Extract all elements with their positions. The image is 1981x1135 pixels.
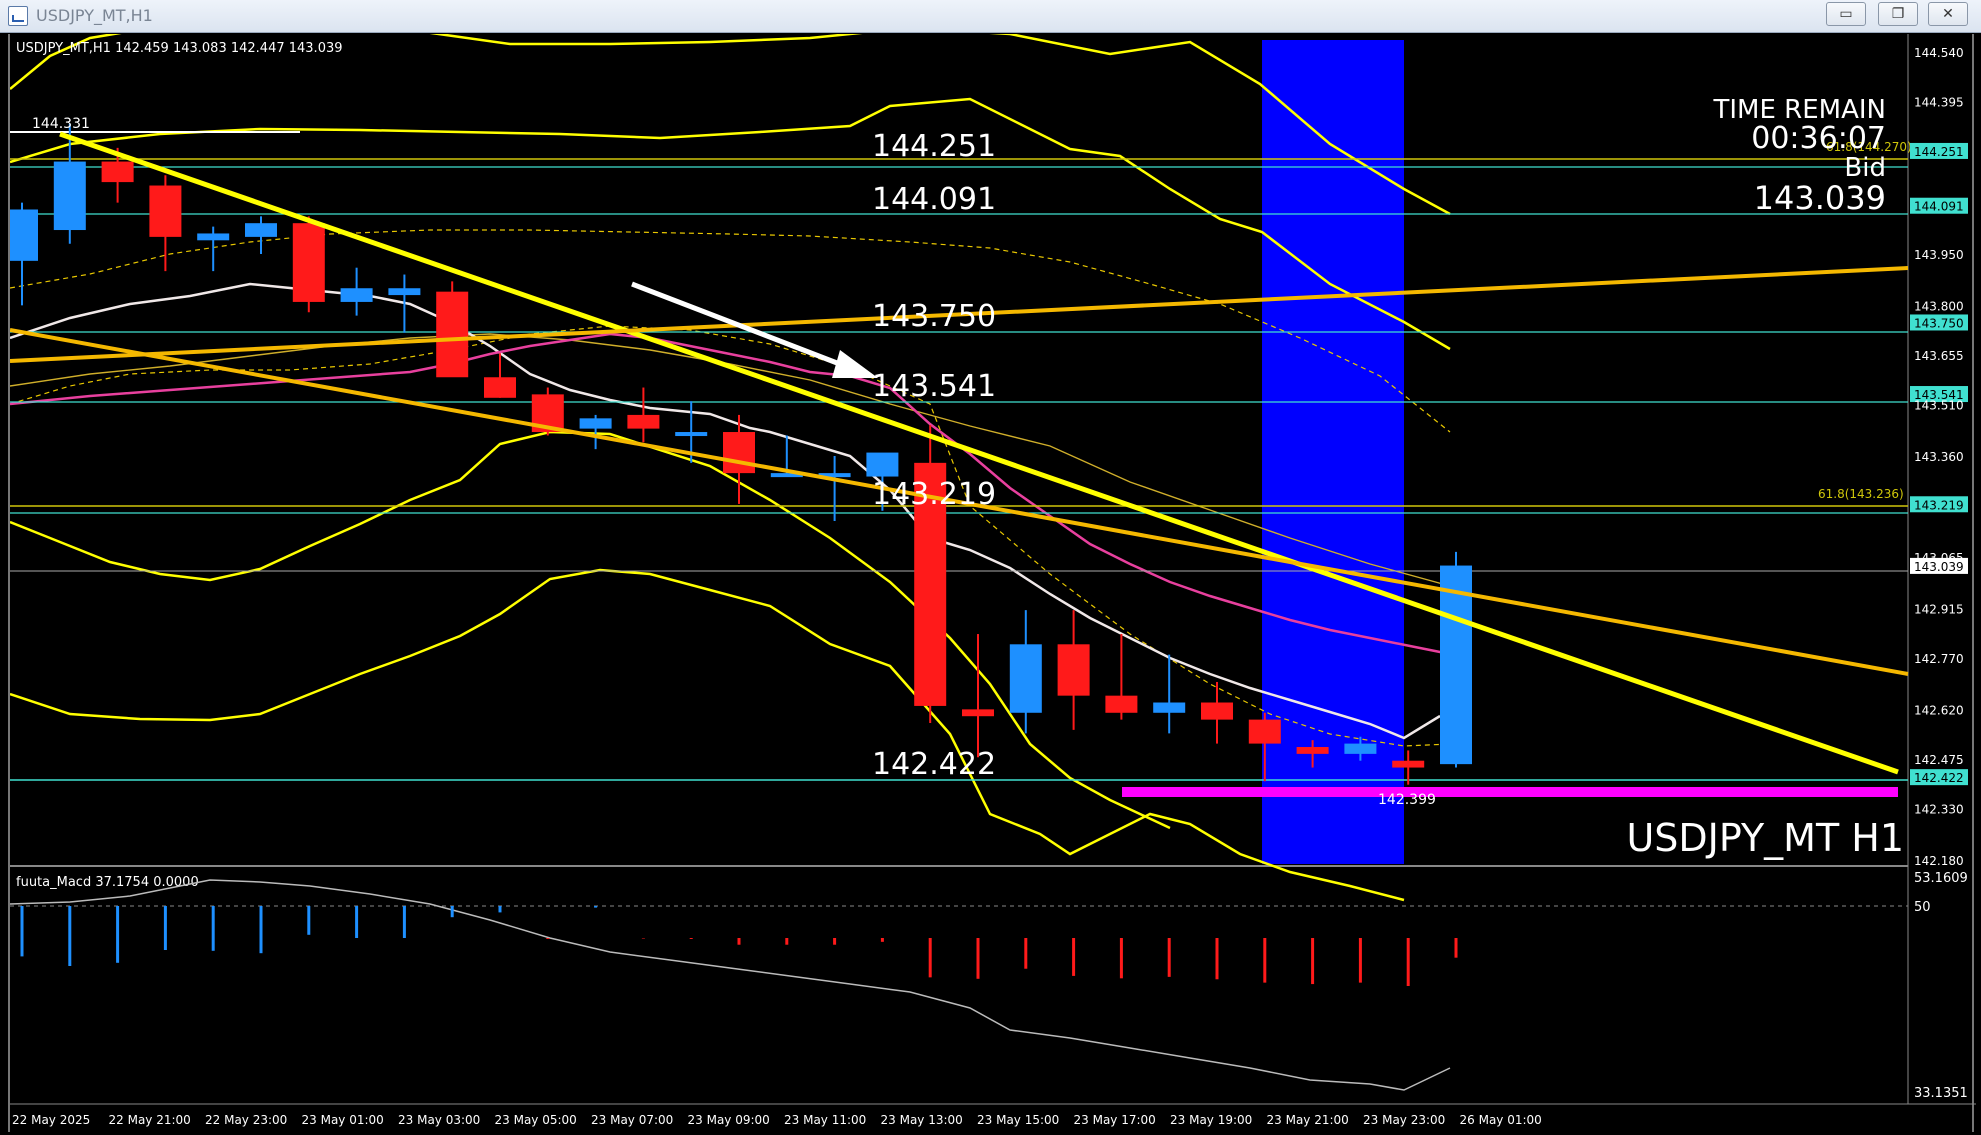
label-144091: 144.091 bbox=[872, 182, 996, 217]
price-tick-label: 143.750 bbox=[1914, 316, 1964, 330]
ma-pink-line bbox=[10, 332, 1451, 656]
candle-bullish[interactable] bbox=[388, 288, 421, 296]
candle-bullish[interactable] bbox=[579, 418, 612, 429]
candle-bearish[interactable] bbox=[1248, 719, 1281, 744]
price-tick-label: 143.950 bbox=[1914, 248, 1964, 262]
candle-bearish[interactable] bbox=[1105, 695, 1138, 713]
upper-band-line bbox=[10, 34, 1451, 216]
high-marker-label: 144.331 bbox=[32, 116, 90, 132]
candle-bullish[interactable] bbox=[675, 432, 708, 437]
price-tick-label: 143.510 bbox=[1914, 399, 1964, 413]
candle-bearish[interactable] bbox=[484, 377, 516, 398]
price-tick-label: 142.915 bbox=[1914, 602, 1964, 616]
candle-bullish[interactable] bbox=[245, 223, 277, 237]
price-chart[interactable]: 144.251 144.091 143.750 143.541 143.219 … bbox=[10, 34, 1976, 1132]
label-144251: 144.251 bbox=[872, 129, 996, 164]
price-tick-label: 143.039 bbox=[1914, 560, 1964, 574]
price-tick-label: 143.360 bbox=[1914, 450, 1964, 464]
restore-button[interactable]: ❐ bbox=[1878, 2, 1918, 26]
time-tick-label: 23 May 03:00 bbox=[398, 1113, 480, 1127]
macd-signal-line bbox=[10, 879, 1451, 1091]
candle-bullish[interactable] bbox=[197, 233, 230, 241]
price-tick-label: 144.540 bbox=[1914, 46, 1964, 60]
candle-bearish[interactable] bbox=[1201, 702, 1233, 720]
time-tick-label: 23 May 23:00 bbox=[1363, 1113, 1445, 1127]
time-tick-label: 23 May 21:00 bbox=[1267, 1113, 1349, 1127]
price-tick-label: 142.770 bbox=[1914, 652, 1964, 666]
candle-bearish[interactable] bbox=[723, 432, 755, 474]
time-tick-label: 23 May 09:00 bbox=[688, 1113, 770, 1127]
down-arrow bbox=[631, 281, 878, 378]
candle-bullish[interactable] bbox=[866, 452, 899, 477]
label-142422: 142.422 bbox=[872, 747, 996, 782]
time-tick-label: 23 May 01:00 bbox=[302, 1113, 384, 1127]
close-button[interactable]: ✕ bbox=[1928, 2, 1968, 26]
time-tick-label: 23 May 07:00 bbox=[591, 1113, 673, 1127]
price-tick-label: 142.475 bbox=[1914, 753, 1964, 767]
time-remain-value: 00:36:07 bbox=[1751, 121, 1886, 156]
time-tick-label: 23 May 17:00 bbox=[1074, 1113, 1156, 1127]
price-tick-label: 143.219 bbox=[1914, 498, 1964, 512]
time-axis[interactable]: 22 May 2025 22 May 21:00 22 May 23:00 23 Ma… bbox=[12, 1113, 1542, 1127]
macd-axis-bottom: 33.1351 bbox=[1914, 1086, 1968, 1101]
lower-band-2-line bbox=[10, 568, 1405, 902]
symbol-watermark: USDJPY_MT H1 bbox=[1626, 816, 1904, 860]
upper-band-2-line bbox=[10, 97, 1451, 351]
price-tick-label: 143.800 bbox=[1914, 299, 1964, 313]
price-tick-label: 143.655 bbox=[1914, 349, 1964, 363]
label-143219: 143.219 bbox=[872, 477, 996, 512]
price-tick-label: 142.180 bbox=[1914, 854, 1964, 868]
candle-bearish[interactable] bbox=[101, 161, 134, 183]
time-tick-label: 22 May 23:00 bbox=[205, 1113, 287, 1127]
support-zone-bar[interactable] bbox=[1122, 787, 1898, 797]
candle-bearish[interactable] bbox=[1057, 644, 1090, 696]
candle-bearish[interactable] bbox=[1392, 760, 1425, 768]
time-tick-label: 23 May 15:00 bbox=[977, 1113, 1059, 1127]
macd-histogram bbox=[20, 906, 1458, 986]
chart-window[interactable]: 144.251 144.091 143.750 143.541 143.219 … bbox=[8, 34, 1976, 1132]
window-titlebar: USDJPY_MT,H1 ▭ ❐ ✕ bbox=[0, 0, 1981, 33]
price-tick-label: 144.091 bbox=[1914, 200, 1964, 214]
candle-bullish[interactable] bbox=[1009, 644, 1042, 713]
price-tick-label: 142.330 bbox=[1914, 803, 1964, 817]
chart-window-icon bbox=[8, 6, 28, 26]
candle-bullish[interactable] bbox=[10, 209, 38, 261]
candle-bullish[interactable] bbox=[1153, 702, 1186, 713]
macd-subwindow[interactable]: fuuta_Macd 37.1754 0.0000 53.1609 50 33.… bbox=[10, 871, 1968, 1101]
candle-bullish[interactable] bbox=[53, 161, 86, 231]
fib-label-618: 61.8(143.236) bbox=[1818, 487, 1904, 501]
minimize-button[interactable]: ▭ bbox=[1826, 2, 1866, 26]
label-143541: 143.541 bbox=[872, 369, 996, 404]
candle-bearish[interactable] bbox=[149, 185, 182, 237]
time-tick-label: 22 May 2025 bbox=[12, 1113, 90, 1127]
candle-bearish[interactable] bbox=[962, 709, 994, 717]
time-tick-label: 23 May 11:00 bbox=[784, 1113, 866, 1127]
price-tick-label: 144.395 bbox=[1914, 96, 1964, 110]
time-tick-label: 23 May 13:00 bbox=[881, 1113, 963, 1127]
time-tick-label: 26 May 01:00 bbox=[1460, 1113, 1542, 1127]
candle-bearish[interactable] bbox=[1296, 747, 1329, 754]
price-tick-label: 142.620 bbox=[1914, 703, 1964, 717]
macd-axis-mid: 50 bbox=[1914, 900, 1931, 915]
time-tick-label: 23 May 05:00 bbox=[495, 1113, 577, 1127]
candle-bearish[interactable] bbox=[436, 291, 469, 378]
window-title: USDJPY_MT,H1 bbox=[36, 6, 153, 25]
time-tick-label: 23 May 19:00 bbox=[1170, 1113, 1252, 1127]
price-axis[interactable]: 144.540 144.395 144.251 144.091 143.950 143.8… bbox=[1910, 46, 1968, 868]
candle-bearish[interactable] bbox=[627, 414, 660, 429]
chart-header: USDJPY_MT,H1 142.459 143.083 142.447 143… bbox=[16, 41, 343, 56]
bid-value: 143.039 bbox=[1754, 179, 1886, 217]
low-marker-label: 142.399 bbox=[1378, 792, 1436, 808]
candle-bullish[interactable] bbox=[1344, 743, 1377, 754]
price-tick-label: 142.422 bbox=[1914, 771, 1964, 785]
time-tick-label: 22 May 21:00 bbox=[109, 1113, 191, 1127]
candles-group bbox=[10, 123, 1472, 785]
label-143750: 143.750 bbox=[872, 299, 996, 334]
macd-axis-top: 53.1609 bbox=[1914, 871, 1968, 886]
candle-bullish[interactable] bbox=[340, 288, 373, 302]
candle-bearish[interactable] bbox=[292, 223, 325, 302]
highlight-zone bbox=[1262, 40, 1404, 864]
price-tick-label: 144.251 bbox=[1914, 145, 1964, 159]
